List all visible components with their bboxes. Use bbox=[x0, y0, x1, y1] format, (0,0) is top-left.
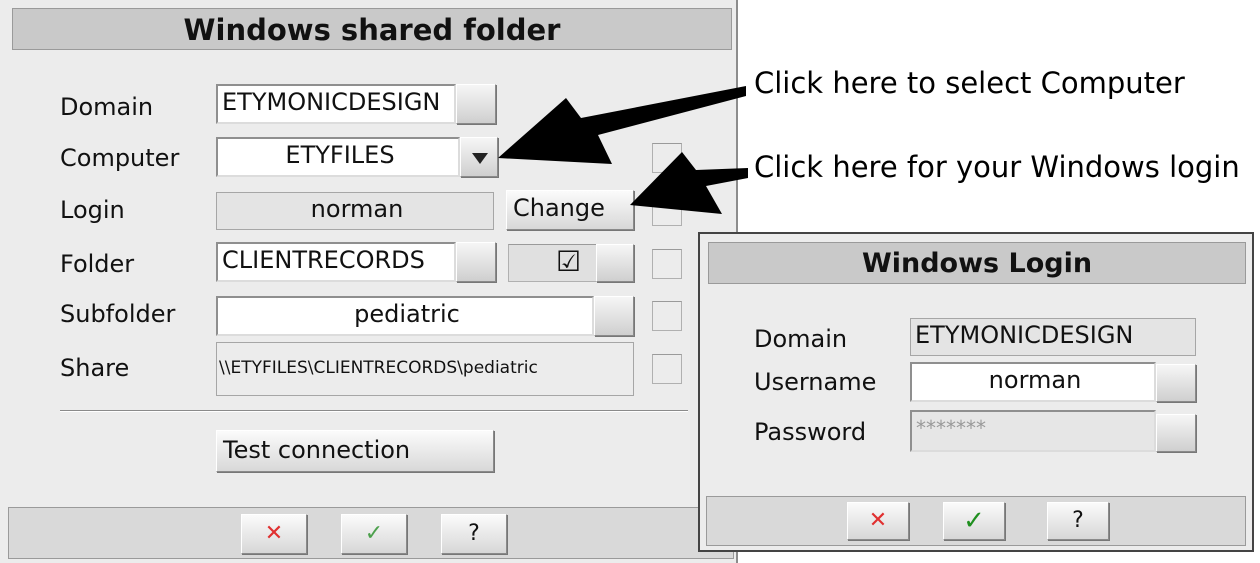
close-icon[interactable]: ✕ bbox=[847, 502, 909, 540]
windows-login-dialog: Windows Login Domain ETYMONICDESIGN User… bbox=[698, 232, 1254, 552]
annotation-computer-hint: Click here to select Computer bbox=[754, 66, 1185, 100]
login-domain-label: Domain bbox=[754, 325, 848, 353]
login-dialog-footer: ✕ ✓ ? bbox=[706, 496, 1246, 546]
help-icon[interactable]: ? bbox=[1047, 502, 1109, 540]
username-button[interactable] bbox=[1156, 364, 1196, 402]
username-label: Username bbox=[754, 368, 877, 396]
arrow-to-computer bbox=[498, 86, 746, 164]
login-dialog-title: Windows Login bbox=[708, 242, 1246, 284]
checkmark-icon[interactable]: ✓ bbox=[943, 502, 1005, 540]
username-field[interactable]: norman bbox=[910, 362, 1156, 402]
annotation-login-hint: Click here for your Windows login bbox=[754, 150, 1240, 184]
login-domain-field: ETYMONICDESIGN bbox=[910, 318, 1196, 356]
password-field[interactable]: ******* bbox=[910, 410, 1156, 452]
password-label: Password bbox=[754, 418, 867, 446]
password-button[interactable] bbox=[1156, 414, 1196, 452]
arrow-to-change bbox=[630, 152, 748, 214]
